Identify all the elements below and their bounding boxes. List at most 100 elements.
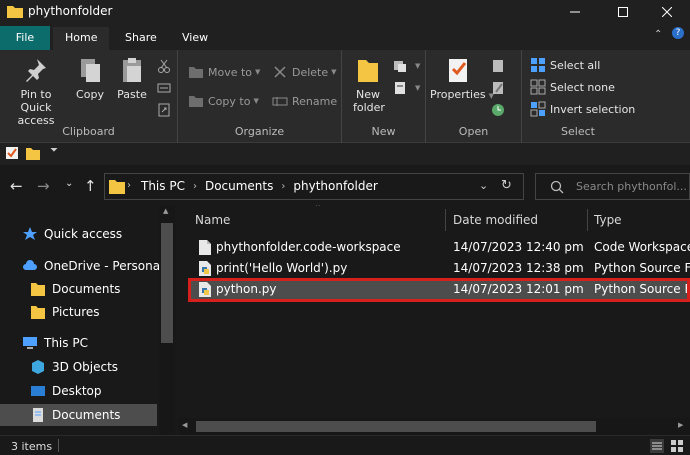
workspace-file-icon — [199, 240, 211, 255]
paste-shortcut-button[interactable] — [156, 100, 176, 120]
new-folder-button[interactable]: New folder — [348, 56, 388, 114]
tab-file[interactable]: File — [0, 26, 50, 50]
table-row[interactable]: print('Hello World').py 14/07/2023 12:38… — [188, 258, 690, 279]
new-item-button[interactable]: ▼ — [392, 56, 420, 76]
close-button[interactable] — [644, 0, 690, 23]
organize-group-label: Organize — [234, 125, 285, 138]
maximize-button[interactable] — [600, 0, 646, 23]
tab-view[interactable]: View — [170, 27, 220, 50]
scroll-right-icon[interactable]: ▶ — [678, 421, 683, 429]
breadcrumb-this-pc[interactable]: This PC — [141, 179, 185, 193]
search-placeholder: Search phythonfol... — [576, 180, 687, 193]
column-header-type[interactable]: Type — [594, 209, 622, 231]
select-all-label: Select all — [550, 58, 601, 72]
title-bar: phythonfolder — [0, 0, 690, 23]
rename-button[interactable]: Rename — [272, 91, 337, 111]
nav-pane-scrollbar[interactable]: ▲ — [159, 205, 175, 435]
column-header-date[interactable]: Date modified — [453, 209, 538, 231]
table-row[interactable]: phythonfolder.code-workspace 14/07/2023 … — [188, 237, 690, 258]
new-folder-qat-icon[interactable] — [26, 146, 40, 160]
copy-path-button[interactable] — [156, 78, 176, 98]
folder-icon — [31, 306, 45, 319]
properties-button[interactable]: Properties ▼ — [430, 56, 494, 103]
cut-button[interactable] — [156, 56, 176, 76]
file-type: Python Source File — [594, 261, 690, 275]
nav-documents[interactable]: Documents — [0, 404, 157, 426]
search-icon — [550, 180, 564, 194]
help-icon[interactable]: ? — [672, 27, 684, 39]
minimize-button[interactable] — [552, 0, 598, 23]
move-to-icon — [189, 67, 203, 78]
pin-quick-access-button[interactable]: Pin to Quick access — [4, 56, 68, 127]
file-list: ⌃ Name Date modified Type phythonfolder.… — [178, 205, 690, 435]
easy-access-button[interactable]: ▼ — [392, 78, 420, 98]
properties-qat-icon[interactable] — [5, 146, 19, 160]
tab-share[interactable]: Share — [113, 27, 169, 50]
ribbon-tabs: File Home Share View ⌃ ? — [0, 23, 690, 50]
column-divider[interactable] — [445, 209, 446, 231]
table-row-selected[interactable]: python.py 14/07/2023 12:01 pm Python Sou… — [188, 278, 690, 302]
nav-pane-scroll-thumb[interactable] — [161, 223, 173, 343]
nav-this-pc-label: This PC — [44, 336, 88, 350]
nav-onedrive[interactable]: OneDrive - Personal — [22, 255, 163, 277]
paste-button[interactable]: Paste — [114, 56, 150, 101]
paste-label: Paste — [117, 88, 147, 101]
python-file-icon — [199, 282, 211, 297]
breadcrumb-phythonfolder[interactable]: phythonfolder — [293, 179, 377, 193]
address-dropdown-icon[interactable]: ⌄ — [479, 179, 488, 192]
nav-quick-access[interactable]: Quick access — [22, 223, 122, 245]
move-to-button[interactable]: Move to ▼ — [188, 62, 260, 82]
nav-pictures[interactable]: Pictures — [30, 301, 100, 323]
collapse-ribbon-icon[interactable]: ⌃ — [654, 29, 662, 40]
nav-this-pc[interactable]: This PC — [22, 332, 88, 354]
pin-icon — [26, 59, 46, 82]
open-group: Properties ▼ Open — [426, 50, 522, 143]
file-date: 14/07/2023 12:38 pm — [453, 261, 583, 275]
back-arrow-icon[interactable]: ← — [10, 177, 23, 195]
file-type: Python Source File — [594, 282, 687, 296]
nav-desktop[interactable]: Desktop — [30, 380, 102, 402]
forward-arrow-icon[interactable]: → — [37, 177, 50, 195]
breadcrumb: This PC › Documents › phythonfolder — [141, 179, 378, 193]
status-bar: 3 items — [0, 435, 690, 455]
edit-button[interactable] — [490, 78, 510, 98]
open-group-label: Open — [458, 125, 489, 138]
open-button[interactable] — [490, 56, 510, 76]
file-list-horizontal-scrollbar[interactable]: ◀ ▶ — [178, 418, 690, 435]
delete-button[interactable]: Delete ▼ — [272, 62, 337, 82]
nav-3d-objects[interactable]: 3D Objects — [30, 356, 118, 378]
breadcrumb-chevron-icon: › — [281, 181, 286, 192]
window-title: phythonfolder — [28, 4, 113, 18]
select-all-button[interactable]: Select all — [530, 55, 600, 75]
copy-to-button[interactable]: Copy to ▼ — [188, 91, 259, 111]
history-button[interactable] — [490, 100, 510, 120]
scissors-icon — [158, 59, 170, 73]
details-view-icon[interactable] — [650, 439, 664, 453]
scroll-left-icon[interactable]: ◀ — [182, 421, 187, 429]
documents-icon — [33, 408, 43, 422]
search-box[interactable]: Search phythonfol... — [535, 173, 690, 200]
refresh-icon[interactable]: ↻ — [501, 178, 512, 193]
column-header-name[interactable]: Name — [195, 209, 230, 231]
customize-qat-icon[interactable]: ⏷ — [50, 145, 58, 156]
copy-button[interactable]: Copy — [72, 56, 108, 101]
up-arrow-icon[interactable]: ↑ — [84, 177, 97, 195]
invert-selection-button[interactable]: Invert selection — [530, 99, 635, 119]
nav-onedrive-documents[interactable]: Documents — [30, 278, 120, 300]
nav-pictures-label: Pictures — [52, 305, 100, 319]
history-icon — [492, 104, 504, 116]
select-none-button[interactable]: Select none — [530, 77, 615, 97]
paste-icon — [123, 58, 141, 82]
recent-locations-icon[interactable]: ⌄ — [65, 178, 73, 189]
tab-home[interactable]: Home — [53, 27, 110, 50]
scroll-up-icon[interactable]: ▲ — [163, 207, 168, 215]
horizontal-scroll-thumb[interactable] — [196, 421, 596, 432]
properties-icon — [449, 59, 467, 82]
navigation-pane: Quick access OneDrive - Personal Documen… — [0, 205, 175, 435]
large-icons-view-icon[interactable] — [670, 439, 684, 453]
address-bar[interactable]: › This PC › Documents › phythonfolder ⌄ … — [104, 173, 524, 200]
star-icon — [23, 227, 37, 240]
column-divider[interactable] — [587, 209, 588, 231]
delete-icon — [274, 66, 286, 78]
breadcrumb-documents[interactable]: Documents — [205, 179, 273, 193]
